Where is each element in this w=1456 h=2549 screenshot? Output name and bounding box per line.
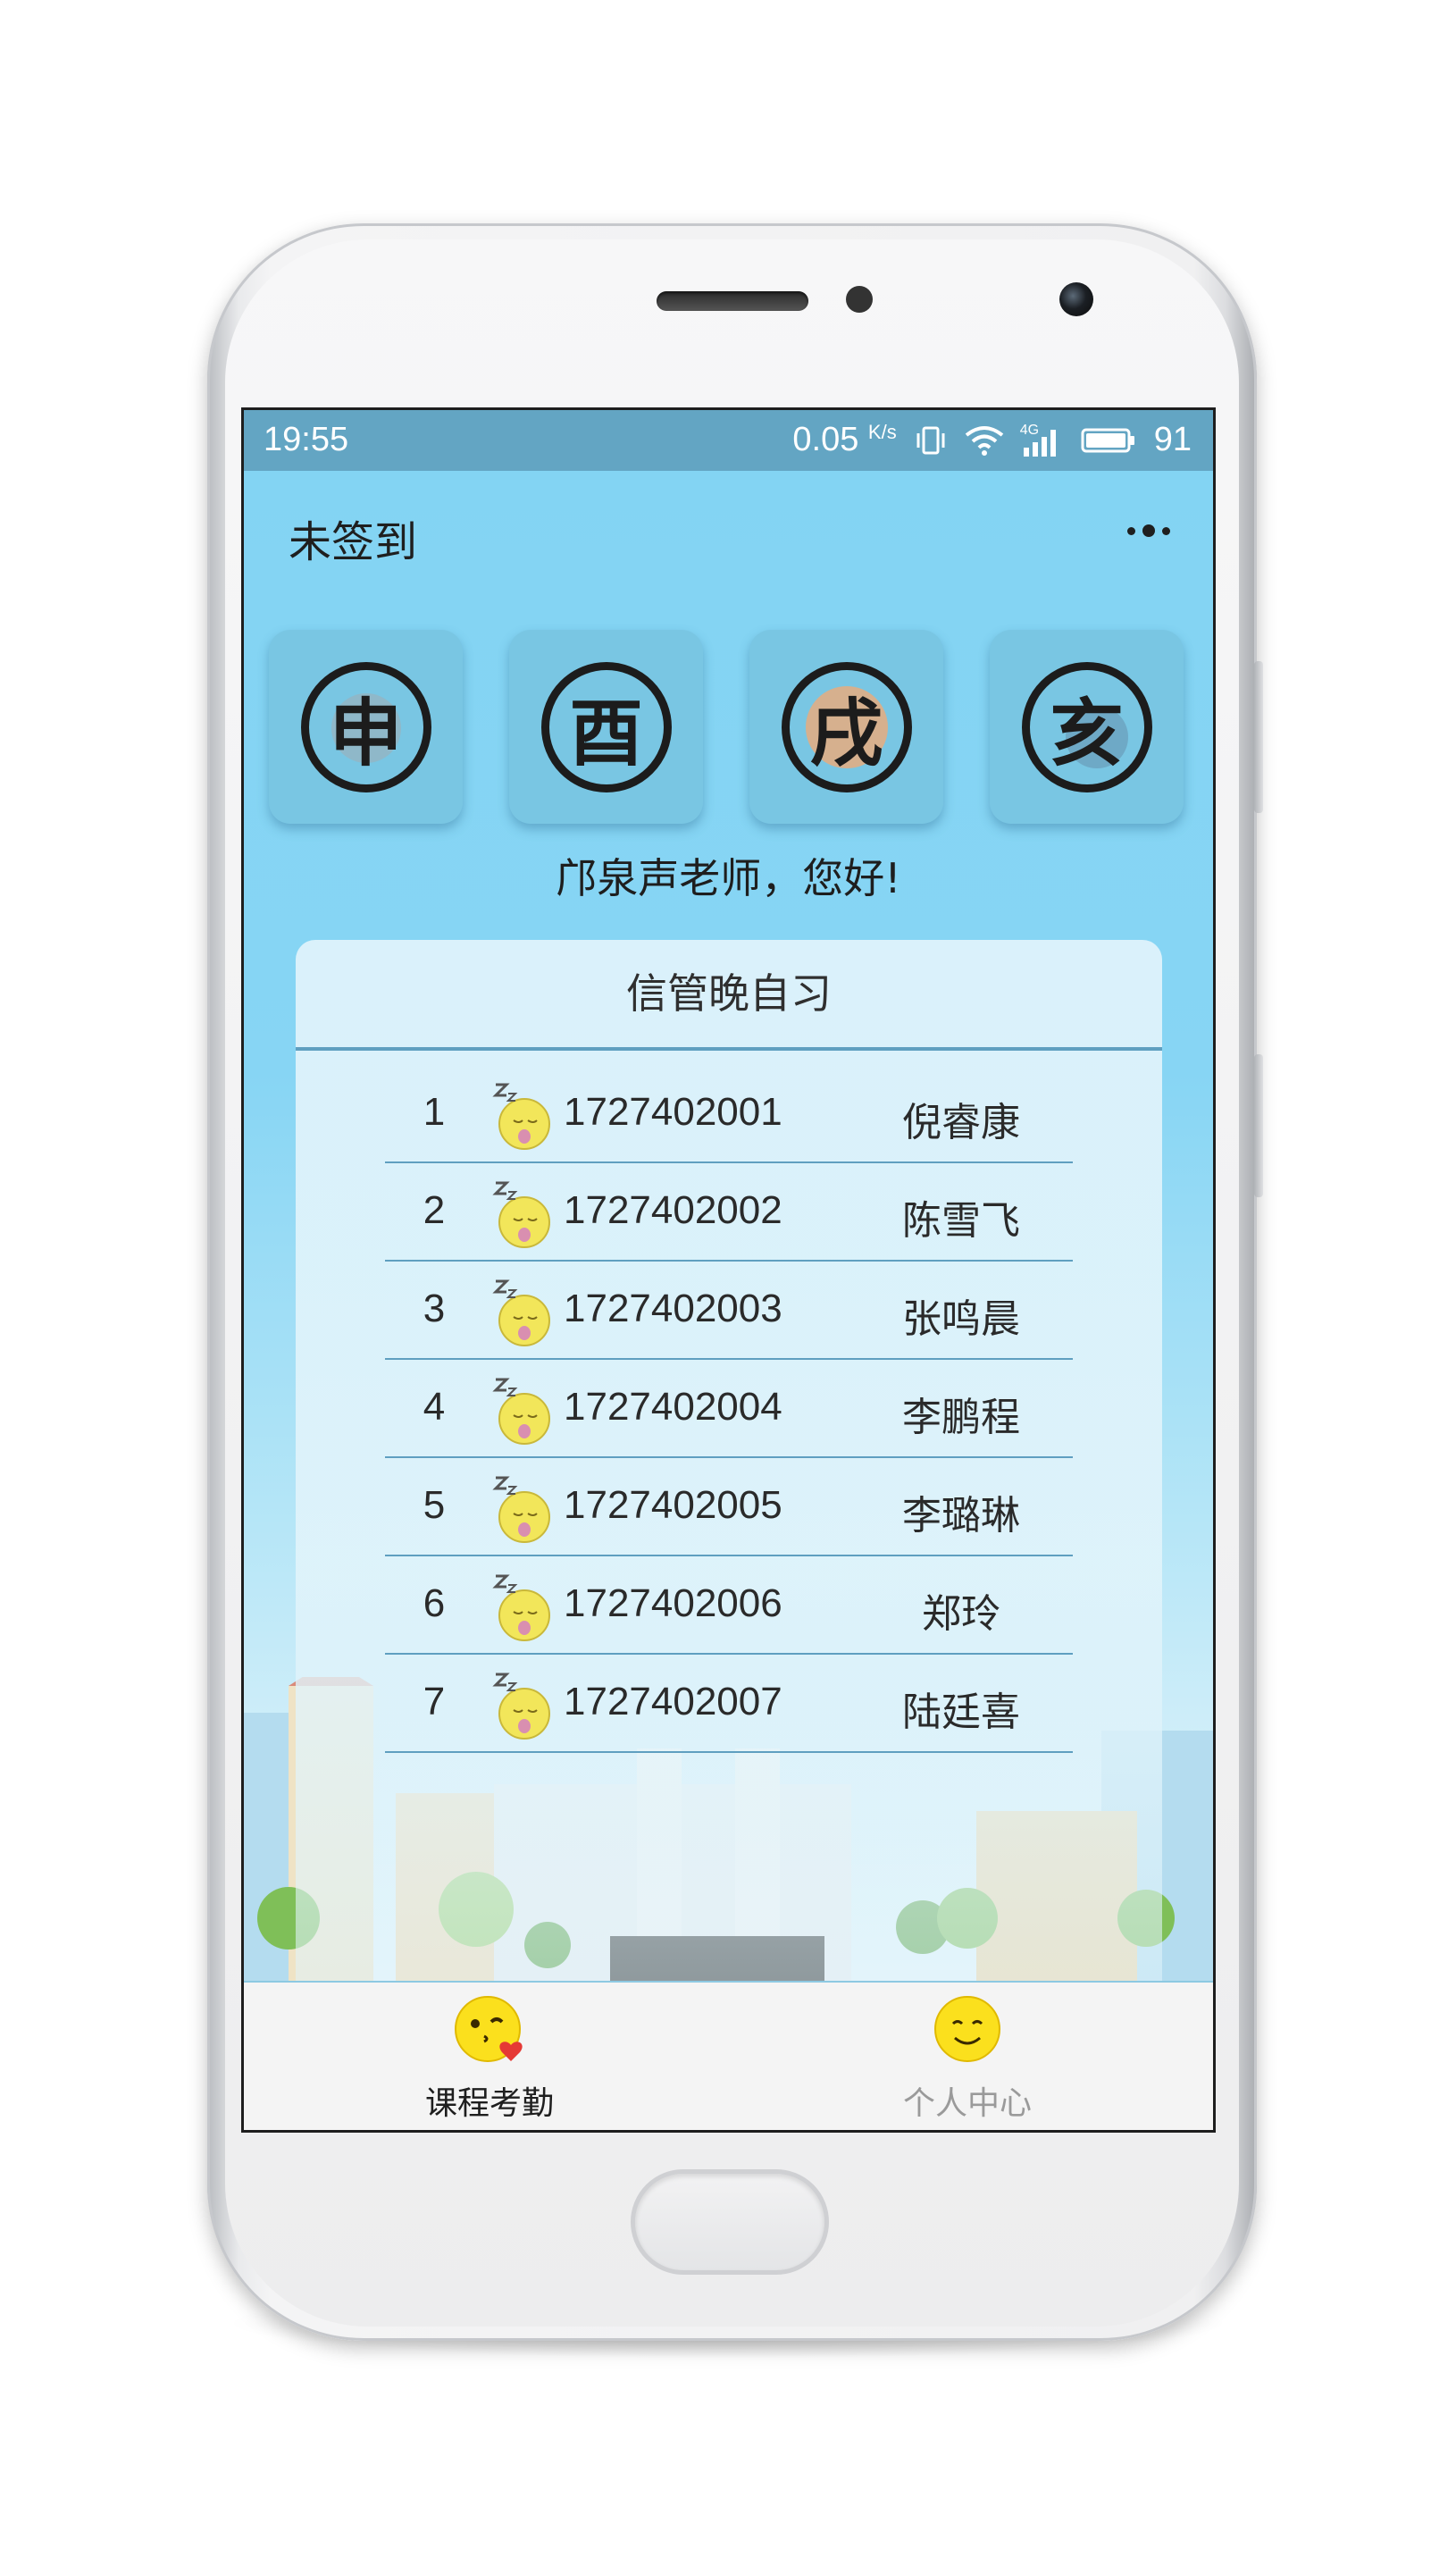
student-row[interactable]: 3 1727402003 张鸣晨 bbox=[385, 1262, 1073, 1360]
student-name: 陆廷喜 bbox=[902, 1690, 1020, 1735]
student-number: 6 bbox=[423, 1581, 446, 1625]
student-row[interactable]: 2 1727402002 陈雪飞 bbox=[385, 1163, 1073, 1262]
sleeping-emoji-icon bbox=[492, 1083, 550, 1150]
front-camera bbox=[1059, 282, 1093, 316]
period-char: 申 bbox=[329, 692, 403, 776]
period-badge: 戌 bbox=[781, 661, 912, 792]
sleeping-emoji-icon bbox=[492, 1181, 550, 1248]
network-speed-value: 0.05 bbox=[792, 421, 859, 458]
battery-icon bbox=[1081, 428, 1134, 452]
period-tile-xu[interactable]: 戌 bbox=[749, 630, 943, 824]
status-indicators: 0.05 K/s 4G 91 bbox=[792, 421, 1192, 459]
student-number: 2 bbox=[423, 1188, 446, 1232]
period-badge: 酉 bbox=[540, 661, 672, 792]
volume-button bbox=[1254, 661, 1263, 813]
kiss-emoji-icon bbox=[455, 1996, 523, 2062]
period-tiles: 申 酉 戌 亥 bbox=[269, 630, 1184, 824]
student-name: 倪睿康 bbox=[902, 1100, 1020, 1145]
student-number: 5 bbox=[423, 1483, 446, 1527]
student-row[interactable]: 7 1727402007 陆廷喜 bbox=[385, 1655, 1073, 1753]
student-row[interactable]: 6 1727402006 郑玲 bbox=[385, 1556, 1073, 1655]
period-badge: 申 bbox=[300, 661, 431, 792]
student-number: 1 bbox=[423, 1090, 446, 1134]
menu-dot bbox=[1142, 524, 1155, 537]
student-name: 张鸣晨 bbox=[902, 1296, 1020, 1342]
student-id: 1727402003 bbox=[564, 1287, 782, 1330]
student-number: 3 bbox=[423, 1287, 446, 1330]
period-char: 戌 bbox=[809, 692, 883, 776]
proximity-sensor bbox=[846, 286, 873, 313]
period-tile-hai[interactable]: 亥 bbox=[990, 630, 1184, 824]
sleeping-emoji-icon bbox=[492, 1378, 550, 1445]
more-menu-button[interactable] bbox=[1127, 524, 1170, 537]
status-time: 19:55 bbox=[264, 421, 349, 458]
wifi-icon bbox=[965, 425, 1003, 456]
app-screen: 19:55 0.05 K/s 4G 91 未签到 申 酉 戌 亥 邝泉声老师，您… bbox=[241, 407, 1216, 2133]
battery-level: 91 bbox=[1153, 421, 1192, 458]
student-row[interactable]: 1 1727402001 倪睿康 bbox=[385, 1065, 1073, 1163]
period-badge: 亥 bbox=[1021, 661, 1152, 792]
phone-mockup: 19:55 0.05 K/s 4G 91 未签到 申 酉 戌 亥 邝泉声老师，您… bbox=[0, 0, 1456, 2549]
student-id: 1727402001 bbox=[564, 1090, 782, 1134]
student-id: 1727402004 bbox=[564, 1385, 782, 1429]
period-tile-shen[interactable]: 申 bbox=[269, 630, 463, 824]
tab-personal-center[interactable]: 个人中心 bbox=[833, 1993, 1101, 2124]
page-title: 未签到 bbox=[289, 517, 418, 567]
student-id: 1727402005 bbox=[564, 1483, 782, 1527]
sleeping-emoji-icon bbox=[492, 1279, 550, 1346]
bottom-tab-bar: 课程考勤 个人中心 bbox=[244, 1981, 1213, 2130]
sleeping-emoji-icon bbox=[492, 1574, 550, 1641]
sleeping-emoji-icon bbox=[492, 1476, 550, 1543]
student-name: 李璐琳 bbox=[902, 1493, 1020, 1539]
main-content: 未签到 申 酉 戌 亥 邝泉声老师，您好! 信管晚自习 1 1727402001… bbox=[244, 471, 1213, 1981]
student-number: 4 bbox=[423, 1385, 446, 1429]
student-name: 陈雪飞 bbox=[902, 1198, 1020, 1244]
course-title[interactable]: 信管晚自习 bbox=[296, 940, 1162, 1051]
student-row[interactable]: 5 1727402005 李璐琳 bbox=[385, 1458, 1073, 1556]
sleeping-emoji-icon bbox=[492, 1673, 550, 1740]
navigation-bar: 未签到 bbox=[244, 471, 1213, 596]
tab-label: 课程考勤 bbox=[424, 2085, 554, 2122]
student-name: 郑玲 bbox=[922, 1591, 1000, 1637]
smile-emoji-icon bbox=[934, 1996, 1000, 2062]
course-card: 信管晚自习 1 1727402001 倪睿康 2 1727402002 陈雪飞 bbox=[296, 940, 1162, 1981]
earpiece-speaker bbox=[657, 291, 808, 311]
student-row[interactable]: 4 1727402004 李鹏程 bbox=[385, 1360, 1073, 1458]
home-button[interactable] bbox=[631, 2169, 829, 2275]
tab-course-attendance[interactable]: 课程考勤 bbox=[356, 1993, 623, 2124]
tab-label: 个人中心 bbox=[902, 2085, 1032, 2122]
student-id: 1727402007 bbox=[564, 1680, 782, 1723]
menu-dot bbox=[1127, 526, 1135, 535]
network-type-label: 4G bbox=[1019, 422, 1040, 438]
status-bar: 19:55 0.05 K/s 4G 91 bbox=[244, 410, 1213, 471]
network-speed: 0.05 K/s bbox=[792, 421, 896, 459]
teacher-greeting: 邝泉声老师，您好! bbox=[556, 854, 901, 902]
network-speed-unit: K/s bbox=[867, 421, 897, 443]
student-list: 1 1727402001 倪睿康 2 1727402002 陈雪飞 3 1727… bbox=[385, 1065, 1073, 1753]
student-name: 李鹏程 bbox=[902, 1395, 1020, 1440]
cellular-signal: 4G bbox=[1019, 422, 1063, 457]
student-id: 1727402006 bbox=[564, 1581, 782, 1625]
power-button bbox=[1254, 1054, 1263, 1197]
period-char: 亥 bbox=[1050, 692, 1124, 776]
vibrate-icon bbox=[916, 426, 945, 454]
student-id: 1727402002 bbox=[564, 1188, 782, 1232]
period-tile-you[interactable]: 酉 bbox=[509, 630, 703, 824]
period-char: 酉 bbox=[569, 692, 643, 776]
menu-dot bbox=[1162, 526, 1170, 535]
student-number: 7 bbox=[423, 1680, 446, 1723]
